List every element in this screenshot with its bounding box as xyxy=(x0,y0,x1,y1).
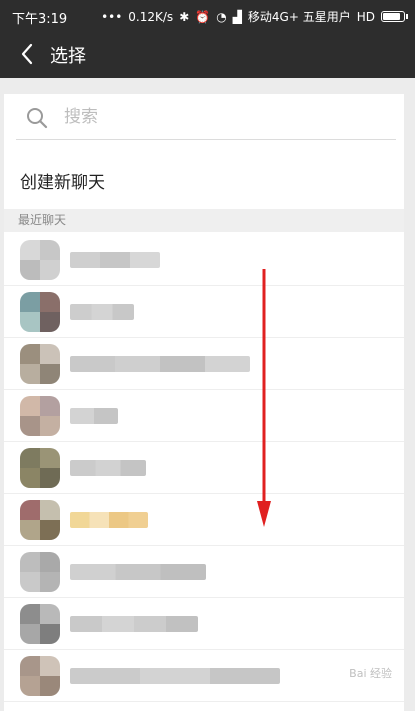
status-time: 下午3:19 xyxy=(12,12,68,27)
list-item[interactable] xyxy=(4,442,404,494)
list-item[interactable] xyxy=(4,494,404,546)
recent-chat-list xyxy=(4,234,404,702)
app-bar: 选择 xyxy=(0,30,415,78)
list-item[interactable] xyxy=(4,338,404,390)
avatar xyxy=(20,604,60,644)
arrow-annotation xyxy=(257,269,271,527)
alarm-icon: ⏰ xyxy=(195,9,211,24)
recent-chats-header: 最近聊天 xyxy=(4,209,404,232)
avatar xyxy=(20,500,60,540)
blurred-name xyxy=(70,616,198,632)
blurred-name xyxy=(70,460,146,476)
blurred-name xyxy=(70,408,118,424)
signal-icon: ▟ xyxy=(232,9,242,24)
avatar xyxy=(20,240,60,280)
avatar xyxy=(20,344,60,384)
search-bar[interactable] xyxy=(16,94,396,140)
create-new-chat[interactable]: 创建新聊天 xyxy=(20,168,105,193)
avatar xyxy=(20,396,60,436)
blurred-name xyxy=(70,304,134,320)
watermark: Bai 经验 xyxy=(349,667,392,680)
blurred-name xyxy=(70,252,160,268)
list-item[interactable] xyxy=(4,390,404,442)
blurred-name xyxy=(70,564,206,580)
dots-icon: ••• xyxy=(101,9,123,24)
network-type: HD xyxy=(356,9,375,24)
avatar xyxy=(20,552,60,592)
network-speed: 0.12K/s xyxy=(128,9,174,24)
page-title: 选择 xyxy=(50,46,86,67)
avatar xyxy=(20,448,60,488)
list-item[interactable] xyxy=(4,286,404,338)
bluetooth-icon: ✱ xyxy=(179,9,190,24)
status-right: ••• 0.12K/s ✱ ⏰ ◔ ▟ 移动4G+ 五星用户 HD xyxy=(101,8,408,25)
wifi-icon: ◔ xyxy=(216,9,227,24)
search-input[interactable] xyxy=(64,104,364,130)
back-icon[interactable] xyxy=(14,40,40,68)
carrier: 移动4G+ 五星用户 xyxy=(247,10,351,24)
list-item[interactable] xyxy=(4,234,404,286)
battery-fill xyxy=(383,13,400,20)
search-icon xyxy=(27,108,48,129)
list-item[interactable] xyxy=(4,598,404,650)
blurred-name xyxy=(70,668,280,684)
list-item[interactable] xyxy=(4,546,404,598)
avatar xyxy=(20,656,60,696)
battery-icon xyxy=(381,11,408,22)
avatar xyxy=(20,292,60,332)
blurred-name xyxy=(70,356,250,372)
blurred-name xyxy=(70,512,148,528)
status-bar: 下午3:19 ••• 0.12K/s ✱ ⏰ ◔ ▟ 移动4G+ 五星用户 HD xyxy=(0,0,415,30)
select-panel: 创建新聊天 最近聊天 Bai 经验 xyxy=(4,94,404,711)
